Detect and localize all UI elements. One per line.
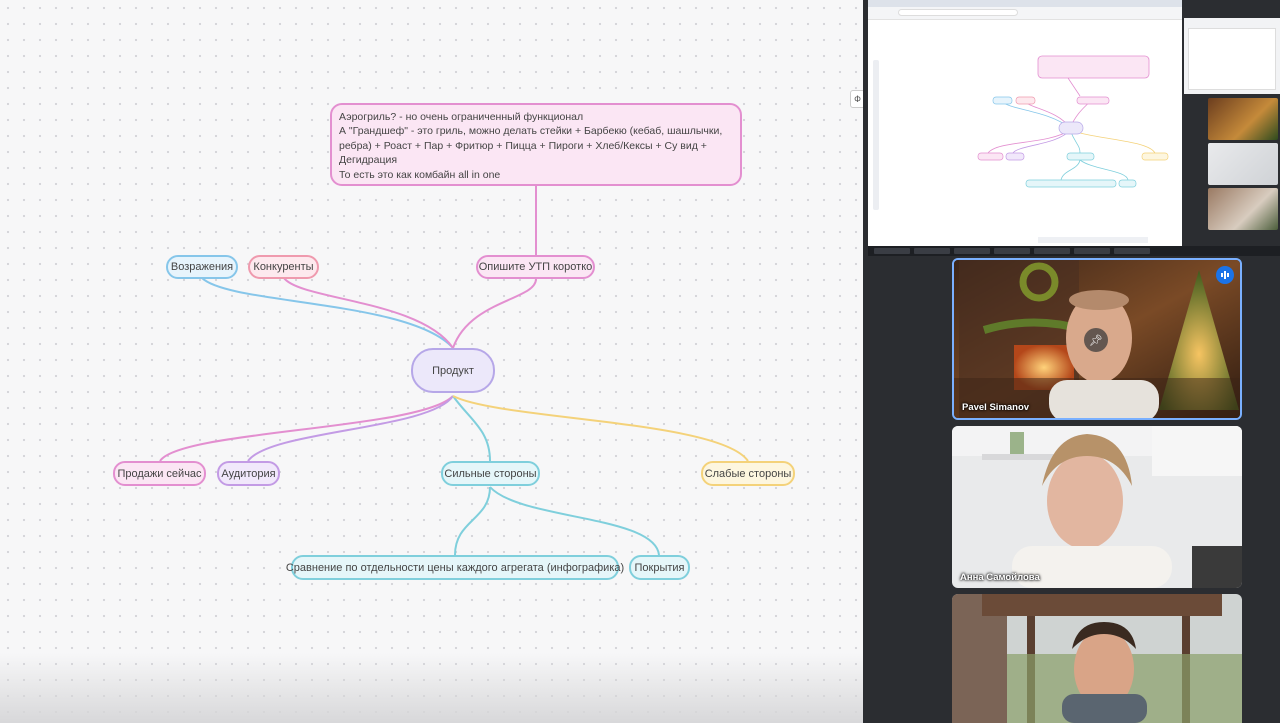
node-usp[interactable]: Опишите УТП коротко [476,255,595,279]
note-line-2: А "Грандшеф" - это гриль, можно делать с… [339,125,723,167]
participant-name: Анна Самойлова [960,572,1040,583]
taskbar-item[interactable] [1034,248,1070,254]
pin-icon[interactable]: 📌︎ [1084,328,1108,352]
taskbar-item[interactable] [914,248,950,254]
connector-coverage [489,486,660,556]
taskbar-item[interactable] [1114,248,1150,254]
connector-audience [247,395,454,462]
node-strengths[interactable]: Сильные стороны [441,461,540,486]
node-sales-now[interactable]: Продажи сейчас [113,461,206,486]
shared-screen-preview[interactable] [868,0,1182,247]
connector-weaknesses [452,395,749,462]
taskbar-item[interactable] [994,248,1030,254]
taskbar-item[interactable] [1074,248,1110,254]
participant-name: Pavel Simanov [962,402,1030,413]
node-weaknesses[interactable]: Слабые стороны [701,461,795,486]
usp-note-card[interactable]: Аэрогриль? - но очень ограниченный функц… [330,103,742,186]
shared-side-inner [1188,28,1276,90]
bottom-fade [0,653,863,723]
node-central-product[interactable]: Продукт [411,348,495,393]
node-audience[interactable]: Аудитория [217,461,280,486]
mini-video-thumb-3 [1208,188,1278,230]
node-coverage[interactable]: Покрытия [629,555,690,580]
side-tab-label[interactable]: Ф [850,90,863,108]
mini-video-thumb-1 [1208,98,1278,140]
anna-video-frame [952,426,1242,588]
audio-wave-icon [1216,266,1234,284]
mini-video-thumb-2 [1208,143,1278,185]
shared-screen-side-window [1184,18,1280,94]
participant-tile-anna[interactable]: Анна Самойлова [952,426,1242,588]
node-comparison[interactable]: Сравнение по отдельности цены каждого аг… [286,555,624,580]
third-video-frame [952,594,1242,723]
connector-comparison [454,486,491,556]
shared-status-bar [1038,237,1148,243]
shared-mindmap-miniature [977,55,1169,188]
note-line-3: То есть это как комбайн all in one [339,168,501,181]
connector-usp [452,278,537,349]
mindmap-canvas[interactable]: Аэрогриль? - но очень ограниченный функц… [0,0,863,723]
taskbar-item[interactable] [874,248,910,254]
node-objections[interactable]: Возражения [166,255,238,279]
taskbar-strip [868,246,1280,256]
connector-sales-now [159,395,454,462]
connector-objections [201,277,454,349]
taskbar-item[interactable] [954,248,990,254]
participant-tile-third[interactable] [952,594,1242,723]
participant-tile-pavel[interactable]: 📌︎ Pavel Simanov [952,258,1242,420]
node-competitors[interactable]: Конкуренты [248,255,319,279]
note-line-1: Аэрогриль? - но очень ограниченный функц… [339,111,584,123]
